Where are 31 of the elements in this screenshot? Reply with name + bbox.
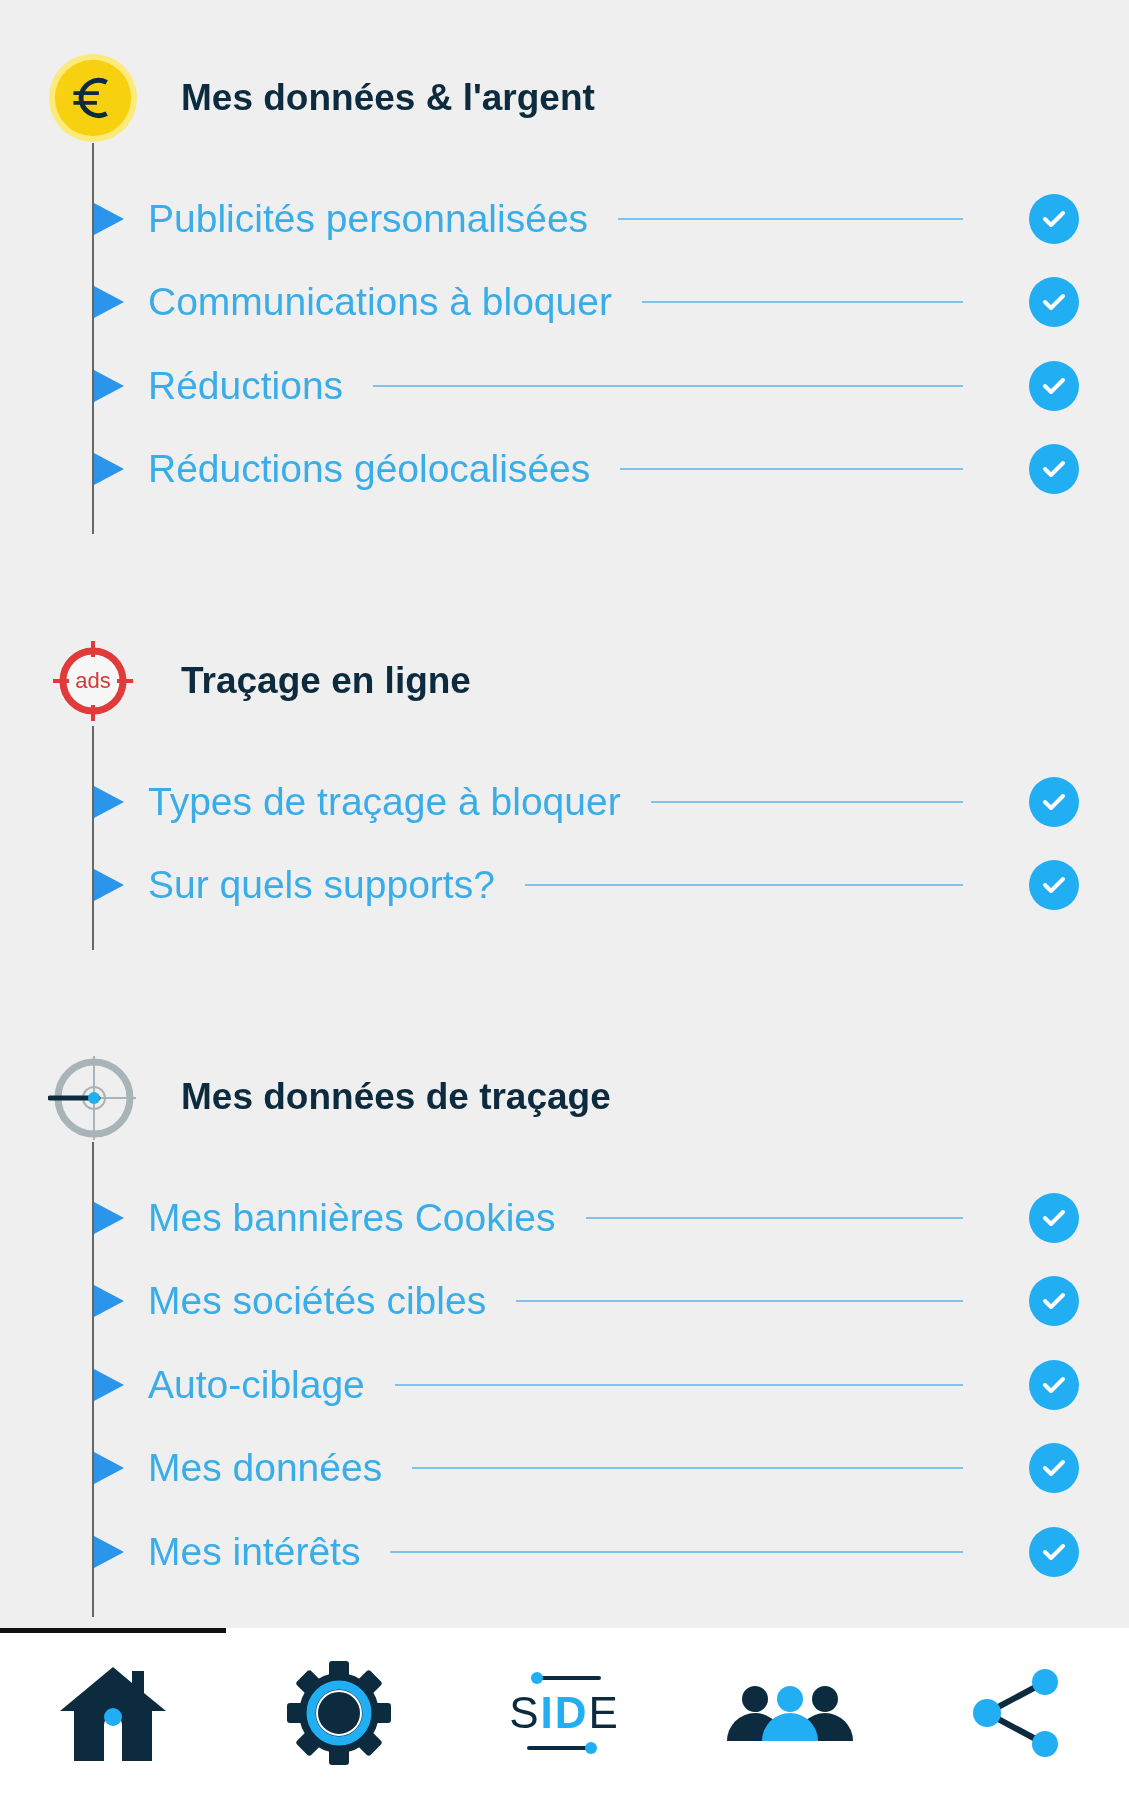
menu-item[interactable]: Mes intérêts [148,1529,361,1574]
menu-item[interactable]: Auto-ciblage [148,1362,365,1407]
menu-item[interactable]: Réductions [148,363,344,408]
icon-label: ads [75,670,111,692]
menu-item[interactable]: Publicités personnalisées [148,196,589,241]
menu-item[interactable]: Mes sociétés cibles [148,1279,487,1324]
settings-icon[interactable] [286,1661,391,1765]
menu-item[interactable]: Mes données [148,1446,383,1491]
triangle-icon [94,1285,124,1318]
triangle-icon [94,1452,124,1485]
logo[interactable]: SIDE [509,1672,620,1754]
triangle-icon [94,785,124,818]
section-title: Traçage en ligne [181,660,471,702]
section-title: Mes données de traçage [181,1076,611,1118]
menu-item[interactable]: Sur quels supports? [148,863,495,908]
triangle-icon [94,1368,124,1401]
section-title: Mes données & l'argent [181,77,595,119]
triangle-icon [94,453,124,486]
menu-item[interactable]: Mes bannières Cookies [148,1195,556,1240]
crosshair-icon [51,639,135,723]
triangle-icon [94,869,124,902]
menu-item[interactable]: Communications à bloquer [148,280,612,325]
people-icon[interactable] [727,1685,854,1741]
menu-item[interactable]: Réductions géolocalisées [148,447,591,492]
triangle-icon [94,369,124,402]
euro-coin-icon [48,52,138,144]
triangle-icon [94,202,124,235]
triangle-icon [94,286,124,319]
menu-item[interactable]: Types de traçage à bloquer [148,779,621,824]
triangle-icon [94,1535,124,1568]
triangle-icon [94,1201,124,1234]
